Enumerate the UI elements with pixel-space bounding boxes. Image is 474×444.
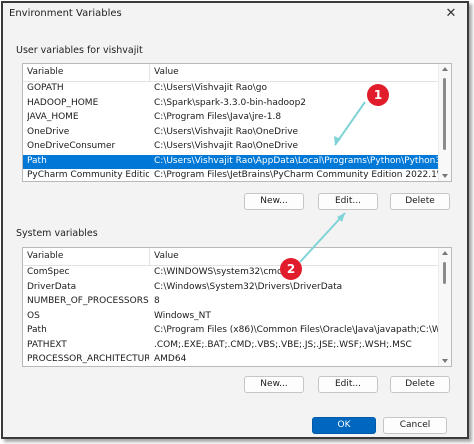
annotation-badge-1: 1 (367, 84, 389, 106)
arrow-to-edit-button (299, 212, 346, 263)
annotation-arrows (299, 101, 366, 263)
annotation-badge-2: 2 (280, 258, 302, 280)
